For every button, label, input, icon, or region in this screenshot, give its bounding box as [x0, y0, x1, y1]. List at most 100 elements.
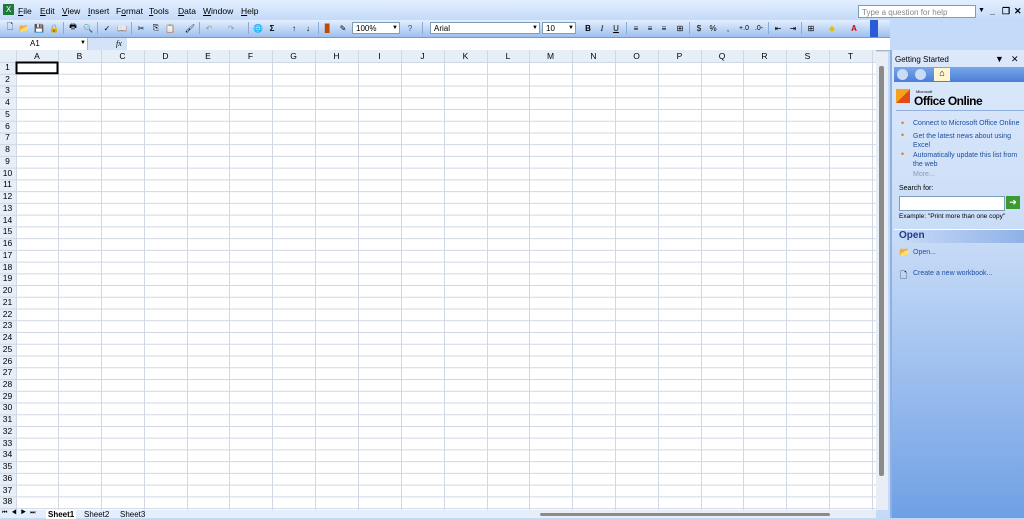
task-pane-menu-icon[interactable]: ▼ — [995, 54, 1004, 64]
row-header[interactable]: 22 — [0, 309, 15, 321]
comma-style-icon[interactable]: , — [722, 22, 734, 34]
hyperlink-icon[interactable]: 🌐 — [252, 22, 264, 34]
row-header[interactable]: 17 — [0, 250, 15, 262]
align-center-icon[interactable]: ≡ — [644, 22, 656, 34]
help-dropdown-icon[interactable]: ▼ — [978, 7, 985, 14]
column-header[interactable]: F — [229, 51, 272, 62]
menu-help[interactable]: Help — [241, 6, 258, 16]
horizontal-scrollbar-thumb[interactable] — [540, 513, 830, 516]
forward-icon[interactable] — [915, 69, 926, 80]
italic-button[interactable]: I — [596, 22, 608, 34]
drawing-icon[interactable]: ✎ — [337, 22, 349, 34]
zoom-select[interactable]: 100% ▼ — [352, 22, 400, 34]
row-header[interactable]: 13 — [0, 203, 15, 215]
task-pane-close-icon[interactable]: ✕ — [1011, 54, 1019, 65]
column-header[interactable]: Q — [701, 51, 743, 62]
back-icon[interactable] — [897, 69, 908, 80]
currency-icon[interactable]: $ — [693, 22, 705, 34]
row-header[interactable]: 29 — [0, 391, 15, 403]
new-workbook-link[interactable]: Create a new workbook... — [913, 270, 992, 277]
column-header[interactable]: E — [187, 51, 229, 62]
column-header[interactable]: D — [144, 51, 187, 62]
column-header[interactable]: G — [272, 51, 315, 62]
format-painter-icon[interactable]: 🖌 — [184, 22, 196, 34]
font-name-select[interactable]: Arial ▼ — [430, 22, 540, 34]
help-icon[interactable]: ? — [404, 22, 416, 34]
column-header[interactable]: S — [786, 51, 829, 62]
insert-function-icon[interactable]: fx — [116, 39, 122, 48]
merge-center-icon[interactable]: ⊞ — [674, 22, 686, 34]
row-header[interactable]: 6 — [0, 121, 15, 133]
print-preview-icon[interactable]: 🔍 — [82, 22, 94, 34]
save-icon[interactable]: 💾 — [33, 22, 45, 34]
row-header[interactable]: 23 — [0, 320, 15, 332]
row-header[interactable]: 18 — [0, 262, 15, 274]
row-header[interactable]: 1 — [0, 62, 15, 74]
copy-icon[interactable]: ⎘ — [150, 22, 162, 34]
print-icon[interactable]: 🖶 — [67, 22, 79, 34]
chart-wizard-icon[interactable]: ▊ — [322, 22, 334, 34]
redo-icon[interactable]: ↷ — [225, 22, 237, 34]
menu-format[interactable]: Format — [116, 6, 143, 16]
vertical-scrollbar-thumb[interactable] — [879, 66, 884, 476]
menu-insert[interactable]: Insert — [88, 6, 109, 16]
row-header[interactable]: 26 — [0, 356, 15, 368]
row-header[interactable]: 16 — [0, 238, 15, 250]
column-header[interactable]: I — [358, 51, 401, 62]
row-header[interactable]: 19 — [0, 273, 15, 285]
worksheet-grid[interactable] — [0, 50, 876, 510]
row-header[interactable]: 27 — [0, 367, 15, 379]
news-link[interactable]: Get the latest news about using Excel — [913, 132, 1017, 150]
paste-icon[interactable]: 📋 — [164, 22, 176, 34]
search-input[interactable] — [899, 196, 1005, 211]
formula-input[interactable] — [127, 38, 890, 50]
row-header[interactable]: 36 — [0, 473, 15, 485]
column-header[interactable]: K — [444, 51, 487, 62]
column-header[interactable]: L — [487, 51, 529, 62]
row-header[interactable]: 25 — [0, 344, 15, 356]
increase-decimal-icon[interactable]: +.0 — [738, 22, 750, 34]
align-left-icon[interactable]: ≡ — [630, 22, 642, 34]
more-link[interactable]: More... — [913, 171, 935, 178]
minimize-icon[interactable]: _ — [990, 6, 995, 16]
help-search-input[interactable]: Type a question for help — [858, 5, 976, 18]
new-icon[interactable]: 🗋 — [4, 22, 16, 34]
menu-view[interactable]: View — [62, 6, 80, 16]
row-header[interactable]: 3 — [0, 85, 15, 97]
row-header[interactable]: 14 — [0, 215, 15, 227]
name-box-dropdown-icon[interactable]: ▼ — [80, 40, 86, 46]
sort-ascending-icon[interactable]: ↑ — [288, 22, 300, 34]
restore-icon[interactable]: ❐ — [1002, 6, 1010, 17]
row-header[interactable]: 8 — [0, 144, 15, 156]
row-header[interactable]: 32 — [0, 426, 15, 438]
column-header[interactable]: M — [529, 51, 572, 62]
font-color-icon[interactable]: A — [848, 22, 860, 34]
fill-color-icon[interactable]: ◆ — [826, 22, 838, 34]
open-icon[interactable]: 📂 — [18, 22, 30, 34]
row-header[interactable]: 38 — [0, 496, 15, 508]
autosum-button[interactable]: Σ — [266, 22, 278, 34]
row-header[interactable]: 34 — [0, 449, 15, 461]
column-header[interactable]: B — [58, 51, 101, 62]
row-header[interactable]: 4 — [0, 97, 15, 109]
row-header[interactable]: 7 — [0, 132, 15, 144]
font-size-select[interactable]: 10 ▼ — [542, 22, 576, 34]
menu-tools[interactable]: Tools — [149, 6, 169, 16]
row-header[interactable]: 10 — [0, 168, 15, 180]
permission-icon[interactable]: 🔒 — [48, 22, 60, 34]
sort-descending-icon[interactable]: ↓ — [302, 22, 314, 34]
excel-app-icon[interactable]: X — [3, 4, 14, 15]
research-icon[interactable]: 📖 — [116, 22, 128, 34]
column-header[interactable]: C — [101, 51, 144, 62]
column-header[interactable]: A — [16, 51, 58, 62]
row-header[interactable]: 5 — [0, 109, 15, 121]
spelling-icon[interactable]: ✓ — [101, 22, 113, 34]
open-link[interactable]: Open... — [913, 249, 936, 256]
row-header[interactable]: 37 — [0, 485, 15, 497]
bold-button[interactable]: B — [582, 22, 594, 34]
underline-button[interactable]: U — [610, 22, 622, 34]
row-header[interactable]: 2 — [0, 74, 15, 86]
row-header[interactable]: 15 — [0, 226, 15, 238]
column-header[interactable]: N — [572, 51, 615, 62]
column-header[interactable]: T — [829, 51, 872, 62]
